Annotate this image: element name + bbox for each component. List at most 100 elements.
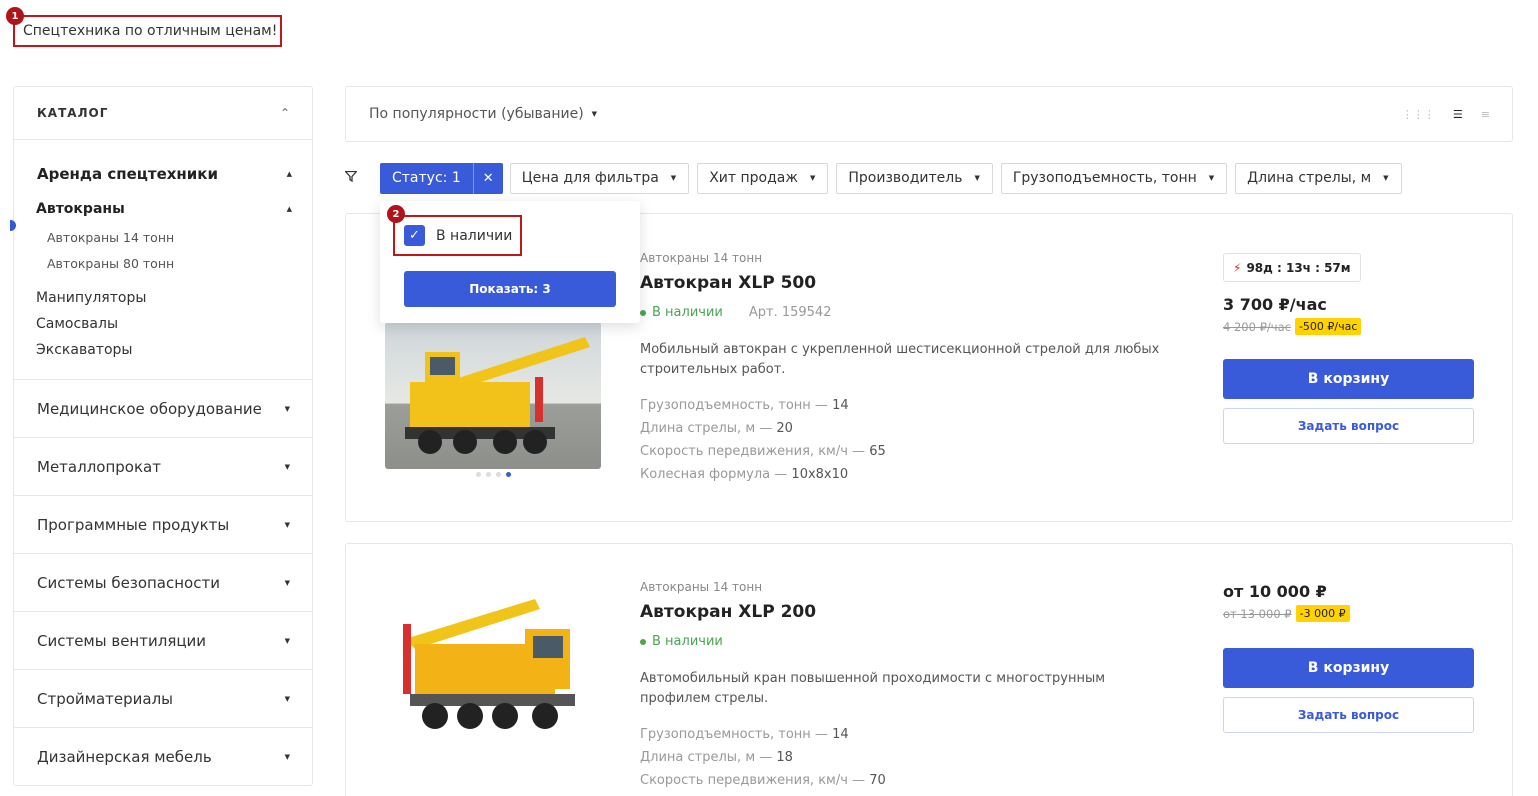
- prop-key: Скорость передвижения, км/ч —: [640, 773, 870, 788]
- product-description: Автомобильный кран повышенной проходимос…: [640, 671, 1106, 706]
- price: от 10 000 ₽: [1223, 582, 1327, 601]
- sort-bar: По популярности (убывание) ▼ ⋮⋮⋮ ☰ ≡: [345, 86, 1513, 142]
- show-results-button[interactable]: Показать: 3: [404, 271, 616, 307]
- caret-down-icon: ▼: [284, 404, 290, 413]
- filter-label: Производитель: [848, 170, 963, 186]
- discount-timer: ⚡ 98д : 13ч : 57м: [1223, 253, 1361, 282]
- prop-key: Длина стрелы, м —: [640, 421, 777, 436]
- list-view-icon[interactable]: ☰: [1453, 108, 1463, 121]
- pager-dot[interactable]: [496, 472, 501, 477]
- old-price-row: от 13 000 ₽ -3 000 ₽: [1223, 605, 1474, 622]
- sidebar-section[interactable]: Системы безопасности ▼: [14, 554, 312, 612]
- sidebar-section[interactable]: Металлопрокат ▼: [14, 438, 312, 496]
- stock-label: В наличии: [652, 305, 723, 320]
- sidebar-section[interactable]: Медицинское оборудование ▼: [14, 380, 312, 438]
- close-icon[interactable]: ✕: [474, 163, 503, 194]
- prop-key: Грузоподъемность, тонн —: [640, 398, 833, 413]
- product-image[interactable]: [385, 322, 601, 469]
- grid-view-icon[interactable]: ⋮⋮⋮: [1402, 108, 1435, 121]
- stock-label: В наличии: [652, 634, 723, 649]
- sidebar-section[interactable]: Дизайнерская мебель ▼: [14, 728, 312, 786]
- filter-price[interactable]: Цена для фильтра ▼: [509, 162, 690, 194]
- table-view-icon[interactable]: ≡: [1481, 108, 1490, 121]
- sidebar-section[interactable]: Программные продукты ▼: [14, 496, 312, 554]
- prop-value: 14: [832, 727, 849, 742]
- caret-down-icon: ▼: [284, 753, 290, 761]
- pager-dot-active[interactable]: [506, 472, 511, 477]
- ask-question-button[interactable]: Задать вопрос: [1223, 697, 1474, 733]
- sidebar-item[interactable]: Манипуляторы: [36, 285, 292, 311]
- product-info: Автокраны 14 тонн Автокран XLP 500 В нал…: [640, 251, 1200, 486]
- annotation-badge-1: 1: [6, 7, 24, 25]
- timer-value: 98д : 13ч : 57м: [1246, 260, 1351, 275]
- catalog-title: КАТАЛОГ: [37, 106, 109, 120]
- pager-dot[interactable]: [486, 472, 491, 477]
- filter-hit[interactable]: Хит продаж ▼: [697, 162, 829, 194]
- price: 3 700 ₽/час: [1223, 295, 1327, 314]
- sidebar-subitem[interactable]: Автокраны 14 тонн: [47, 225, 292, 251]
- old-price: 4 200 ₽/час: [1223, 319, 1291, 334]
- prop-row: Колесная формула — 10x8x10: [640, 463, 1200, 486]
- sort-label: По популярности (убывание): [369, 106, 584, 122]
- add-to-cart-button[interactable]: В корзину: [1223, 359, 1474, 399]
- catalog-open-section: Аренда спецтехники ▲ Автокраны ▲ Автокра…: [10, 140, 312, 380]
- caret-up-icon: ▲: [286, 205, 292, 213]
- pager-dot[interactable]: [476, 472, 481, 477]
- product-info: Автокраны 14 тонн Автокран XLP 200 В нал…: [640, 580, 1200, 792]
- product-description: Мобильный автокран с укрепленной шестисе…: [640, 342, 1160, 377]
- prop-key: Скорость передвижения, км/ч —: [640, 444, 870, 459]
- active-marker: [10, 220, 16, 231]
- sidebar-section[interactable]: Стройматериалы ▼: [14, 670, 312, 728]
- discount-badge: -3 000 ₽: [1295, 605, 1350, 622]
- stock-status: В наличии Арт. 159542: [640, 305, 1200, 320]
- product-title[interactable]: Автокран XLP 200: [640, 602, 1200, 622]
- caret-down-icon: ▼: [591, 110, 598, 118]
- bolt-icon: ⚡: [1233, 260, 1242, 275]
- prop-row: Скорость передвижения, км/ч — 65: [640, 440, 1200, 463]
- sidebar-item-autocranes[interactable]: Автокраны ▲: [36, 197, 292, 221]
- prop-value: 20: [776, 421, 793, 436]
- caret-down-icon: ▼: [284, 520, 290, 529]
- filter-boom-length[interactable]: Длина стрелы, м ▼: [1235, 162, 1402, 194]
- catalog-header[interactable]: КАТАЛОГ ⌃: [14, 87, 312, 140]
- caret-down-icon: ▼: [1208, 174, 1215, 182]
- caret-down-icon: ▼: [284, 636, 290, 645]
- sort-select[interactable]: По популярности (убывание) ▼: [369, 106, 597, 122]
- prop-value: 70: [869, 773, 886, 788]
- filter-status-label[interactable]: Статус: 1: [380, 162, 474, 194]
- stock-status: В наличии: [640, 634, 1200, 649]
- sidebar-item-rent[interactable]: Аренда спецтехники ▲: [37, 162, 292, 186]
- ask-question-button[interactable]: Задать вопрос: [1223, 408, 1474, 444]
- caret-down-icon: ▼: [1383, 174, 1389, 182]
- sidebar-item[interactable]: Экскаваторы: [36, 337, 292, 363]
- filter-manufacturer[interactable]: Производитель ▼: [836, 162, 993, 194]
- product-props: Грузоподъемность, тонн — 14 Длина стрелы…: [640, 394, 1200, 486]
- sidebar-section[interactable]: Системы вентиляции ▼: [14, 612, 312, 670]
- sidebar-section-label: Медицинское оборудование: [37, 399, 262, 418]
- product-category[interactable]: Автокраны 14 тонн: [640, 251, 1200, 265]
- sidebar-subitem[interactable]: Автокраны 80 тонн: [47, 251, 292, 277]
- filter-bar: Статус: 1 ✕ Цена для фильтра ▼ Хит продаж…: [344, 162, 1410, 194]
- add-to-cart-button[interactable]: В корзину: [1223, 648, 1474, 688]
- sidebar-item[interactable]: Самосвалы: [36, 311, 292, 337]
- old-price-row: 4 200 ₽/час -500 ₽/час: [1223, 318, 1474, 335]
- filter-status-active[interactable]: Статус: 1 ✕: [380, 162, 503, 194]
- filter-capacity[interactable]: Грузоподъемность, тонн ▼: [1000, 162, 1228, 194]
- caret-down-icon: ▼: [284, 462, 290, 471]
- prop-row: Грузоподъемность, тонн — 14: [640, 723, 1200, 746]
- product-image[interactable]: [385, 594, 601, 754]
- prop-key: Грузоподъемность, тонн —: [640, 727, 833, 742]
- filter-icon: [344, 170, 358, 185]
- sidebar-section-label: Системы вентиляции: [37, 631, 207, 650]
- prop-row: Длина стрелы, м — 18: [640, 746, 1200, 769]
- buy-block: ⚡ 98д : 13ч : 57м 3 700 ₽/час 4 200 ₽/ча…: [1223, 253, 1474, 444]
- product-category[interactable]: Автокраны 14 тонн: [640, 580, 1200, 594]
- sidebar-section-label: Стройматериалы: [37, 689, 174, 708]
- product-title[interactable]: Автокран XLP 500: [640, 273, 1200, 293]
- caret-down-icon: ▼: [284, 694, 290, 703]
- chevron-up-icon[interactable]: ⌃: [280, 106, 290, 120]
- annotation-box-2: [393, 215, 522, 256]
- filter-label: Длина стрелы, м: [1247, 170, 1372, 186]
- product-card: Автокраны 14 тонн Автокран XLP 200 В нал…: [345, 543, 1513, 796]
- sidebar-section-label: Программные продукты: [37, 515, 230, 534]
